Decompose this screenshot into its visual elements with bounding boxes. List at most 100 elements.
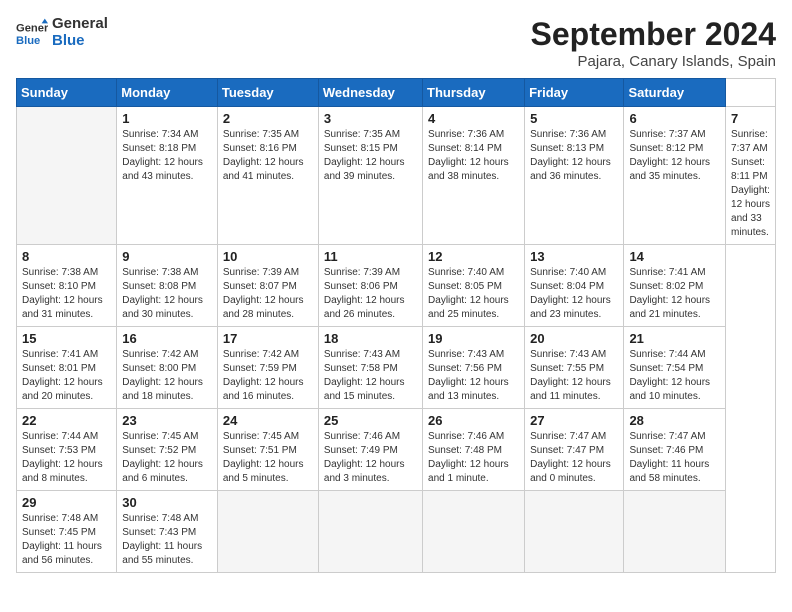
calendar-cell: 3Sunrise: 7:35 AMSunset: 8:15 PMDaylight… (318, 107, 422, 245)
calendar-cell: 17 Sunrise: 7:42 AMSunset: 7:59 PMDayligh… (217, 327, 318, 409)
calendar-cell: 10Sunrise: 7:39 AMSunset: 8:07 PMDayligh… (217, 245, 318, 327)
page-title: September 2024 (531, 16, 776, 53)
calendar-weekday-wednesday: Wednesday (318, 79, 422, 107)
day-number: 7 (731, 111, 770, 126)
calendar-header-row: SundayMondayTuesdayWednesdayThursdayFrid… (17, 79, 776, 107)
cell-details: Sunrise: 7:41 AMSunset: 8:01 PMDaylight:… (22, 348, 111, 404)
logo: General Blue General Blue (16, 16, 108, 49)
svg-text:Blue: Blue (16, 35, 40, 47)
day-number: 13 (530, 249, 618, 264)
day-number: 2 (223, 111, 313, 126)
calendar-cell: 25Sunrise: 7:46 AMSunset: 7:49 PMDayligh… (318, 409, 422, 491)
calendar-cell: 2 Sunrise: 7:35 AMSunset: 8:16 PMDaylight… (217, 107, 318, 245)
day-number: 29 (22, 495, 111, 510)
calendar-cell: 20 Sunrise: 7:43 AMSunset: 7:55 PMDayligh… (525, 327, 624, 409)
day-number: 30 (122, 495, 212, 510)
calendar-cell: 1 Sunrise: 7:34 AMSunset: 8:18 PMDaylight… (117, 107, 218, 245)
day-number: 6 (629, 111, 720, 126)
day-number: 14 (629, 249, 720, 264)
cell-details: Sunrise: 7:34 AMSunset: 8:18 PMDaylight:… (122, 128, 212, 184)
calendar-cell (318, 491, 422, 573)
day-number: 23 (122, 413, 212, 428)
day-number: 26 (428, 413, 519, 428)
day-number: 16 (122, 331, 212, 346)
calendar-cell: 18Sunrise: 7:43 AMSunset: 7:58 PMDayligh… (318, 327, 422, 409)
calendar-cell: 21 Sunrise: 7:44 AMSunset: 7:54 PMDayligh… (624, 327, 726, 409)
cell-details: Sunrise: 7:40 AMSunset: 8:04 PMDaylight:… (530, 266, 618, 322)
title-block: September 2024 Pajara, Canary Islands, S… (531, 16, 776, 70)
day-number: 27 (530, 413, 618, 428)
day-number: 5 (530, 111, 618, 126)
calendar-weekday-tuesday: Tuesday (217, 79, 318, 107)
calendar-cell: 30 Sunrise: 7:48 AMSunset: 7:43 PMDayligh… (117, 491, 218, 573)
cell-details: Sunrise: 7:35 AMSunset: 8:15 PMDaylight:… (324, 128, 417, 184)
cell-details: Sunrise: 7:36 AMSunset: 8:13 PMDaylight:… (530, 128, 618, 184)
day-number: 24 (223, 413, 313, 428)
calendar-cell: 9 Sunrise: 7:38 AMSunset: 8:08 PMDaylight… (117, 245, 218, 327)
day-number: 4 (428, 111, 519, 126)
cell-details: Sunrise: 7:46 AMSunset: 7:49 PMDaylight:… (324, 430, 417, 486)
calendar-cell: 26 Sunrise: 7:46 AMSunset: 7:48 PMDayligh… (423, 409, 525, 491)
calendar-cell (525, 491, 624, 573)
logo-icon: General Blue (16, 17, 48, 49)
calendar-cell (423, 491, 525, 573)
day-number: 20 (530, 331, 618, 346)
logo-general-text: General (52, 16, 108, 33)
calendar-week-row: 29 Sunrise: 7:48 AMSunset: 7:45 PMDayligh… (17, 491, 776, 573)
day-number: 15 (22, 331, 111, 346)
day-number: 19 (428, 331, 519, 346)
cell-details: Sunrise: 7:36 AMSunset: 8:14 PMDaylight:… (428, 128, 519, 184)
day-number: 9 (122, 249, 212, 264)
cell-details: Sunrise: 7:37 AMSunset: 8:11 PMDaylight:… (731, 128, 770, 240)
cell-details: Sunrise: 7:44 AMSunset: 7:54 PMDaylight:… (629, 348, 720, 404)
calendar-week-row: 15 Sunrise: 7:41 AMSunset: 8:01 PMDayligh… (17, 327, 776, 409)
cell-details: Sunrise: 7:45 AMSunset: 7:51 PMDaylight:… (223, 430, 313, 486)
day-number: 1 (122, 111, 212, 126)
calendar-week-row: 22Sunrise: 7:44 AMSunset: 7:53 PMDayligh… (17, 409, 776, 491)
calendar-cell: 7 Sunrise: 7:37 AMSunset: 8:11 PMDaylight… (726, 107, 776, 245)
calendar-cell: 16 Sunrise: 7:42 AMSunset: 8:00 PMDayligh… (117, 327, 218, 409)
calendar-cell (624, 491, 726, 573)
day-number: 11 (324, 249, 417, 264)
calendar-cell: 22Sunrise: 7:44 AMSunset: 7:53 PMDayligh… (17, 409, 117, 491)
calendar-cell (217, 491, 318, 573)
cell-details: Sunrise: 7:39 AMSunset: 8:06 PMDaylight:… (324, 266, 417, 322)
calendar-cell: 11 Sunrise: 7:39 AMSunset: 8:06 PMDayligh… (318, 245, 422, 327)
calendar-cell: 19Sunrise: 7:43 AMSunset: 7:56 PMDayligh… (423, 327, 525, 409)
page-subtitle: Pajara, Canary Islands, Spain (531, 53, 776, 70)
calendar-cell: 28Sunrise: 7:47 AMSunset: 7:46 PMDayligh… (624, 409, 726, 491)
day-number: 28 (629, 413, 720, 428)
cell-details: Sunrise: 7:40 AMSunset: 8:05 PMDaylight:… (428, 266, 519, 322)
cell-details: Sunrise: 7:37 AMSunset: 8:12 PMDaylight:… (629, 128, 720, 184)
day-number: 8 (22, 249, 111, 264)
calendar-weekday-monday: Monday (117, 79, 218, 107)
cell-details: Sunrise: 7:45 AMSunset: 7:52 PMDaylight:… (122, 430, 212, 486)
calendar-weekday-thursday: Thursday (423, 79, 525, 107)
calendar-cell: 6 Sunrise: 7:37 AMSunset: 8:12 PMDaylight… (624, 107, 726, 245)
cell-details: Sunrise: 7:48 AMSunset: 7:43 PMDaylight:… (122, 512, 212, 568)
day-number: 21 (629, 331, 720, 346)
calendar-cell: 4 Sunrise: 7:36 AMSunset: 8:14 PMDaylight… (423, 107, 525, 245)
day-number: 17 (223, 331, 313, 346)
svg-text:General: General (16, 22, 48, 34)
cell-details: Sunrise: 7:47 AMSunset: 7:47 PMDaylight:… (530, 430, 618, 486)
cell-details: Sunrise: 7:46 AMSunset: 7:48 PMDaylight:… (428, 430, 519, 486)
cell-details: Sunrise: 7:35 AMSunset: 8:16 PMDaylight:… (223, 128, 313, 184)
calendar-weekday-friday: Friday (525, 79, 624, 107)
day-number: 22 (22, 413, 111, 428)
calendar-cell: 29 Sunrise: 7:48 AMSunset: 7:45 PMDayligh… (17, 491, 117, 573)
calendar-cell: 23 Sunrise: 7:45 AMSunset: 7:52 PMDayligh… (117, 409, 218, 491)
calendar-cell: 14Sunrise: 7:41 AMSunset: 8:02 PMDayligh… (624, 245, 726, 327)
calendar-weekday-saturday: Saturday (624, 79, 726, 107)
cell-details: Sunrise: 7:38 AMSunset: 8:08 PMDaylight:… (122, 266, 212, 322)
calendar-cell: 12Sunrise: 7:40 AMSunset: 8:05 PMDayligh… (423, 245, 525, 327)
cell-details: Sunrise: 7:42 AMSunset: 8:00 PMDaylight:… (122, 348, 212, 404)
logo-blue-text: Blue (52, 33, 108, 50)
calendar-cell: 15 Sunrise: 7:41 AMSunset: 8:01 PMDayligh… (17, 327, 117, 409)
cell-details: Sunrise: 7:42 AMSunset: 7:59 PMDaylight:… (223, 348, 313, 404)
cell-details: Sunrise: 7:48 AMSunset: 7:45 PMDaylight:… (22, 512, 111, 568)
day-number: 18 (324, 331, 417, 346)
calendar-cell: 13 Sunrise: 7:40 AMSunset: 8:04 PMDayligh… (525, 245, 624, 327)
cell-details: Sunrise: 7:39 AMSunset: 8:07 PMDaylight:… (223, 266, 313, 322)
cell-details: Sunrise: 7:43 AMSunset: 7:55 PMDaylight:… (530, 348, 618, 404)
